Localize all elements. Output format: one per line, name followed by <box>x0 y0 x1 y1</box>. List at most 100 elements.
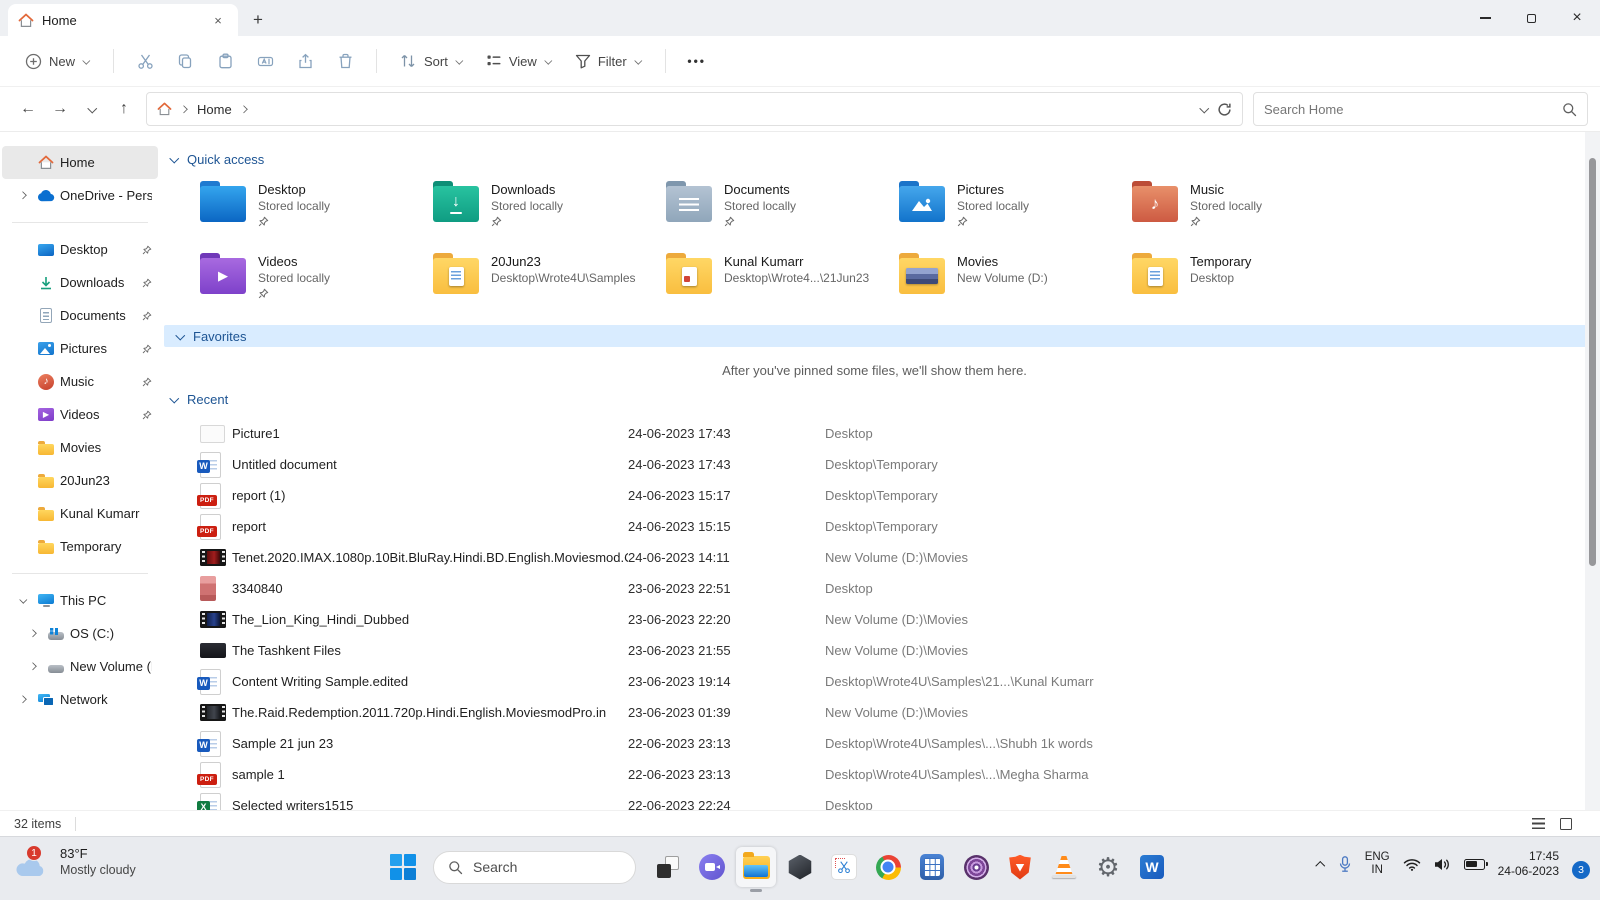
scrollbar-thumb[interactable] <box>1589 158 1596 566</box>
recent-file-row[interactable]: Selected writers1515 22-06-2023 22:24 De… <box>170 790 1579 810</box>
sidebar-item-temporary[interactable]: Temporary <box>2 530 158 563</box>
sidebar-item-music[interactable]: ♪ Music <box>2 365 158 398</box>
tile-downloads[interactable]: ↓ Downloads Stored locally <box>433 181 666 243</box>
tile-20jun23[interactable]: 20Jun23 Desktop\Wrote4U\Samples <box>433 253 666 315</box>
brave-icon[interactable] <box>1000 847 1040 887</box>
tile-documents[interactable]: Documents Stored locally <box>666 181 899 243</box>
chevron-down-icon[interactable] <box>170 155 179 164</box>
recent-file-row[interactable]: Picture1 24-06-2023 17:43 Desktop <box>170 418 1579 449</box>
view-button[interactable]: View <box>477 47 562 75</box>
vlc-icon[interactable] <box>1044 847 1084 887</box>
recent-file-row[interactable]: 3340840 23-06-2023 22:51 Desktop <box>170 573 1579 604</box>
tile-pictures[interactable]: Pictures Stored locally <box>899 181 1132 243</box>
sidebar-item-videos[interactable]: ▶ Videos <box>2 398 158 431</box>
sidebar-item-os-c[interactable]: OS (C:) <box>2 617 158 650</box>
tile-music[interactable]: ♪ Music Stored locally <box>1132 181 1365 243</box>
forward-button[interactable]: → <box>44 93 76 125</box>
expand-icon[interactable] <box>19 192 26 199</box>
more-options-button[interactable]: ••• <box>679 45 715 77</box>
breadcrumb-item-home[interactable]: Home <box>197 102 232 117</box>
sidebar-item-downloads[interactable]: Downloads <box>2 266 158 299</box>
hexagon-app-icon[interactable] <box>780 847 820 887</box>
details-view-icon[interactable] <box>1532 818 1545 829</box>
chat-icon[interactable] <box>692 847 732 887</box>
word-icon[interactable]: W <box>1132 847 1172 887</box>
taskbar-search[interactable]: Search <box>433 851 636 884</box>
battery-icon[interactable] <box>1464 859 1485 870</box>
sidebar-item-onedrive[interactable]: OneDrive - Persona <box>2 179 158 212</box>
large-icons-view-icon[interactable] <box>1560 818 1572 830</box>
sidebar-item-desktop[interactable]: Desktop <box>2 233 158 266</box>
breadcrumb[interactable]: Home <box>146 92 1243 126</box>
snipping-tool-icon[interactable] <box>824 847 864 887</box>
copy-button[interactable] <box>167 45 203 77</box>
search-icon[interactable] <box>1562 102 1577 117</box>
refresh-icon[interactable] <box>1217 102 1232 117</box>
tab-close-icon[interactable]: × <box>208 10 228 30</box>
share-button[interactable] <box>287 45 323 77</box>
speaker-icon[interactable] <box>1434 858 1451 871</box>
file-explorer-icon[interactable] <box>736 847 776 887</box>
microphone-icon[interactable] <box>1338 856 1352 873</box>
recent-file-row[interactable]: The Tashkent Files 23-06-2023 21:55 New … <box>170 635 1579 666</box>
delete-button[interactable] <box>327 45 363 77</box>
tile-temporary[interactable]: Temporary Desktop <box>1132 253 1365 315</box>
sidebar-item-network[interactable]: Network <box>2 683 158 716</box>
search-input[interactable] <box>1264 102 1562 117</box>
tile-movies[interactable]: Movies New Volume (D:) <box>899 253 1132 315</box>
sort-button[interactable]: Sort <box>390 47 473 75</box>
tab-home[interactable]: Home × <box>8 4 238 36</box>
favorites-header[interactable]: Favorites <box>164 325 1585 347</box>
tile-kunal-kumarr[interactable]: Kunal Kumarr Desktop\Wrote4...\21Jun23 <box>666 253 899 315</box>
task-view-icon[interactable] <box>648 847 688 887</box>
notification-count-badge[interactable]: 3 <box>1572 861 1590 879</box>
up-button[interactable]: ↑ <box>108 93 140 125</box>
restore-button[interactable] <box>1508 0 1554 36</box>
back-button[interactable]: ← <box>12 93 44 125</box>
sidebar-item-20jun23[interactable]: 20Jun23 <box>2 464 158 497</box>
start-button[interactable] <box>385 847 425 887</box>
tray-overflow-icon[interactable] <box>1316 860 1325 869</box>
minimize-button[interactable] <box>1462 0 1508 36</box>
expand-icon[interactable] <box>29 630 36 637</box>
vertical-scrollbar[interactable] <box>1585 132 1600 810</box>
chrome-icon[interactable] <box>868 847 908 887</box>
paste-button[interactable] <box>207 45 243 77</box>
sidebar-item-documents[interactable]: Documents <box>2 299 158 332</box>
recent-header[interactable]: Recent <box>170 392 1579 407</box>
sidebar-item-this-pc[interactable]: This PC <box>2 584 158 617</box>
recent-file-row[interactable]: report (1) 24-06-2023 15:17 Desktop\Temp… <box>170 480 1579 511</box>
language-indicator[interactable]: ENG IN <box>1365 851 1390 877</box>
recent-locations-button[interactable] <box>76 93 108 125</box>
recent-file-row[interactable]: Tenet.2020.IMAX.1080p.10Bit.BluRay.Hindi… <box>170 542 1579 573</box>
sidebar-item-home[interactable]: Home <box>2 146 158 179</box>
recent-file-row[interactable]: The.Raid.Redemption.2011.720p.Hindi.Engl… <box>170 697 1579 728</box>
wifi-icon[interactable] <box>1403 858 1421 871</box>
quick-access-header[interactable]: Quick access <box>170 152 1579 167</box>
chevron-down-icon[interactable] <box>176 332 185 341</box>
weather-widget[interactable]: 1 83°F Mostly cloudy <box>14 845 136 879</box>
tor-browser-icon[interactable] <box>956 847 996 887</box>
expand-icon[interactable] <box>19 696 26 703</box>
collapse-icon[interactable] <box>19 597 26 604</box>
recent-file-row[interactable]: Content Writing Sample.edited 23-06-2023… <box>170 666 1579 697</box>
sidebar-item-new-volume-d[interactable]: New Volume (D:) <box>2 650 158 683</box>
filter-button[interactable]: Filter <box>566 48 652 75</box>
tile-videos[interactable]: ▶ Videos Stored locally <box>200 253 433 315</box>
recent-file-row[interactable]: sample 1 22-06-2023 23:13 Desktop\Wrote4… <box>170 759 1579 790</box>
new-tab-button[interactable]: + <box>244 6 272 34</box>
recent-file-row[interactable]: Untitled document 24-06-2023 17:43 Deskt… <box>170 449 1579 480</box>
expand-icon[interactable] <box>29 663 36 670</box>
chevron-down-icon[interactable] <box>170 395 179 404</box>
sidebar-item-pictures[interactable]: Pictures <box>2 332 158 365</box>
tile-desktop[interactable]: Desktop Stored locally <box>200 181 433 243</box>
cut-button[interactable] <box>127 45 163 77</box>
clock[interactable]: 17:45 24-06-2023 <box>1498 849 1559 879</box>
address-dropdown-icon[interactable] <box>1200 105 1209 114</box>
new-button[interactable]: New <box>16 47 100 76</box>
recent-file-row[interactable]: report 24-06-2023 15:15 Desktop\Temporar… <box>170 511 1579 542</box>
recent-file-row[interactable]: Sample 21 jun 23 22-06-2023 23:13 Deskto… <box>170 728 1579 759</box>
calculator-icon[interactable] <box>912 847 952 887</box>
close-button[interactable]: × <box>1554 0 1600 36</box>
sidebar-item-kunal-kumarr[interactable]: Kunal Kumarr <box>2 497 158 530</box>
